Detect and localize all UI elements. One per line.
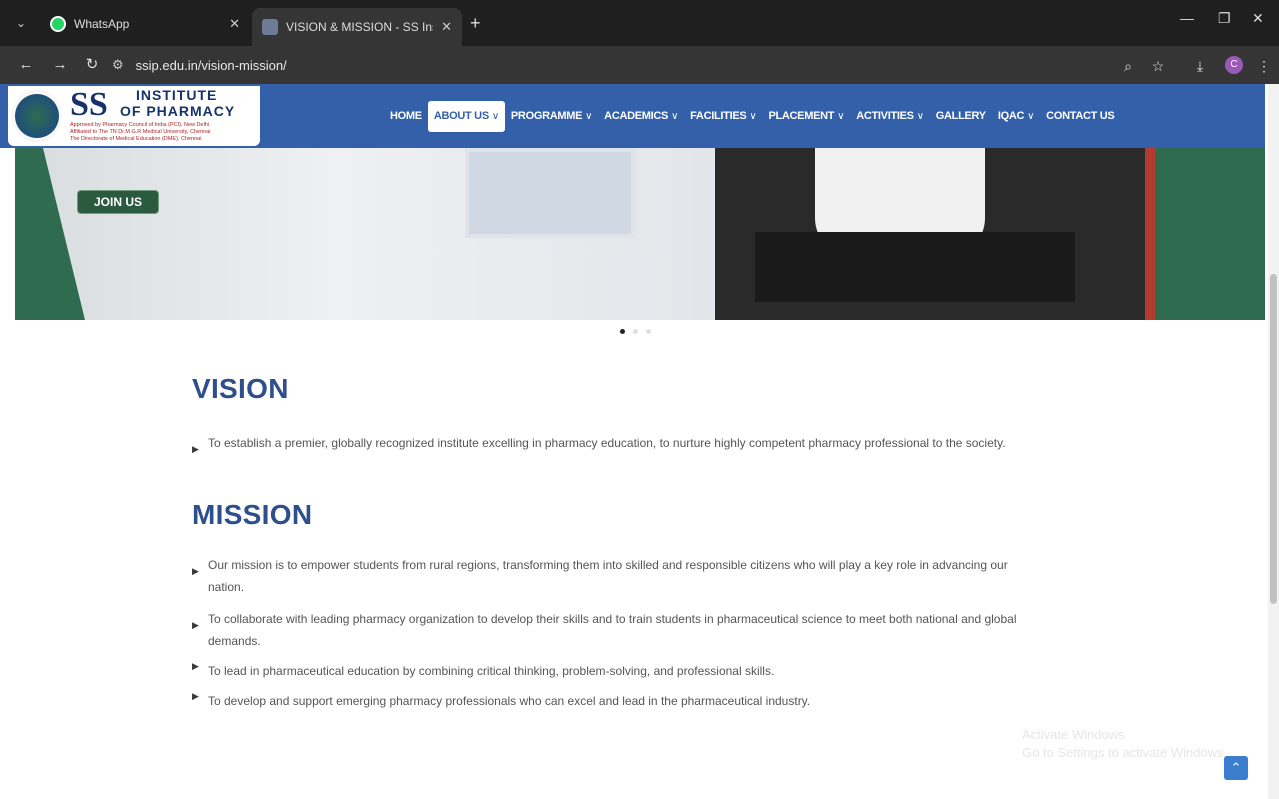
chevron-up-icon: ⌃ bbox=[1230, 760, 1242, 775]
join-us-button[interactable]: JOIN US bbox=[77, 190, 159, 214]
hero-desk bbox=[755, 232, 1075, 302]
minimize-icon[interactable]: — bbox=[1180, 10, 1194, 26]
nav-item-facilities[interactable]: FACILITIES ∨ bbox=[684, 101, 762, 132]
tab-title: WhatsApp bbox=[74, 17, 130, 31]
bookmark-star-icon[interactable]: ☆ bbox=[1148, 56, 1168, 76]
chevron-down-icon: ∨ bbox=[916, 111, 924, 122]
site-settings-icon[interactable]: ⚙ bbox=[112, 57, 124, 73]
nav-item-iqac[interactable]: IQAC ∨ bbox=[992, 101, 1040, 132]
watermark-line: Activate Windows bbox=[1022, 727, 1125, 742]
close-icon[interactable]: ✕ bbox=[441, 19, 452, 35]
back-arrow-icon[interactable]: ← bbox=[16, 55, 36, 75]
nav-item-activities[interactable]: ACTIVITIES ∨ bbox=[850, 101, 930, 132]
chevron-down-icon: ∨ bbox=[749, 111, 757, 122]
nav-item-placement[interactable]: PLACEMENT ∨ bbox=[762, 101, 850, 132]
nav-item-label: GALLERY bbox=[935, 110, 986, 122]
scroll-to-top-button[interactable]: ⌃ bbox=[1224, 756, 1248, 780]
watermark-line: Go to Settings to activate Windows. bbox=[1022, 745, 1228, 760]
nav-item-label: ABOUT US bbox=[433, 110, 489, 122]
nav-item-label: ACADEMICS bbox=[604, 110, 669, 122]
window-close-icon[interactable]: ✕ bbox=[1252, 10, 1264, 27]
download-icon[interactable]: ⤓ bbox=[1190, 56, 1210, 76]
tab-whatsapp[interactable]: WhatsApp ✕ bbox=[40, 8, 250, 40]
profile-avatar[interactable]: C bbox=[1225, 56, 1243, 74]
vision-heading: VISION bbox=[192, 373, 289, 404]
bullet-arrow-icon: ▶ bbox=[192, 566, 199, 576]
slider-dot[interactable] bbox=[620, 329, 625, 334]
hero-slider: JOIN US bbox=[15, 148, 1265, 320]
main-nav: HOME ABOUT US ∨ PROGRAMME ∨ ACADEMICS ∨ FACILIT… bbox=[384, 101, 1120, 132]
logo-directorate-line: The Directorate of Medical Education (DM… bbox=[70, 136, 202, 142]
slider-dots bbox=[620, 329, 651, 334]
site-header: SS INSTITUTE OF PHARMACY Approved by Pha… bbox=[0, 84, 1265, 148]
mission-item: ▶ Our mission is to empower students fro… bbox=[192, 554, 1042, 598]
nav-item-gallery[interactable]: GALLERY bbox=[930, 101, 992, 132]
browser-toolbar: ← → ↻ ⚙ ssip.edu.in/vision-mission/ ⌕ ☆ … bbox=[0, 46, 1279, 84]
nav-item-label: PLACEMENT bbox=[768, 110, 835, 122]
site-logo[interactable]: SS INSTITUTE OF PHARMACY Approved by Pha… bbox=[8, 86, 260, 146]
tab-vision-mission[interactable]: VISION & MISSION - SS Institu ✕ bbox=[252, 8, 462, 46]
logo-affiliation-line: Affiliated to The TN Dr.M.G.R Medical Un… bbox=[70, 129, 211, 135]
logo-pharmacy: OF PHARMACY bbox=[120, 103, 236, 119]
whatsapp-icon bbox=[50, 16, 66, 32]
slider-dot[interactable] bbox=[646, 329, 651, 334]
nav-item-label: IQAC bbox=[997, 110, 1025, 122]
web-page: JOIN US SS INSTITUTE OF PHARMACY Approve… bbox=[0, 84, 1279, 799]
mission-item: ▶ To develop and support emerging pharma… bbox=[192, 690, 1072, 712]
browser-tab-bar: ⌄ WhatsApp ✕ VISION & MISSION - SS Insti… bbox=[0, 0, 1279, 46]
address-bar[interactable]: ⚙ ssip.edu.in/vision-mission/ bbox=[112, 52, 1112, 78]
nav-item-contact-us[interactable]: CONTACT US bbox=[1040, 101, 1120, 132]
tab-search-chevron-icon[interactable]: ⌄ bbox=[10, 12, 32, 34]
mission-item-text: To develop and support emerging pharmacy… bbox=[208, 694, 811, 708]
vision-item-text: To establish a premier, globally recogni… bbox=[208, 436, 1006, 450]
site-favicon bbox=[262, 19, 278, 35]
zoom-icon[interactable]: ⌕ bbox=[1118, 56, 1138, 76]
mission-item: ▶ To collaborate with leading pharmacy o… bbox=[192, 608, 1072, 652]
nav-item-label: ACTIVITIES bbox=[856, 110, 914, 122]
bullet-arrow-icon: ▶ bbox=[192, 444, 199, 454]
url-text[interactable]: ssip.edu.in/vision-mission/ bbox=[136, 58, 287, 73]
forward-arrow-icon[interactable]: → bbox=[50, 55, 70, 75]
chevron-down-icon: ∨ bbox=[1027, 111, 1035, 122]
close-icon[interactable]: ✕ bbox=[229, 16, 240, 32]
nav-item-label: HOME bbox=[390, 110, 422, 122]
chevron-down-icon: ∨ bbox=[671, 111, 679, 122]
chevron-down-icon: ∨ bbox=[585, 111, 593, 122]
chevron-down-icon: ∨ bbox=[491, 111, 499, 122]
restore-icon[interactable]: ❐ bbox=[1218, 10, 1231, 27]
nav-item-label: CONTACT US bbox=[1046, 110, 1115, 122]
mission-item-text: To collaborate with leading pharmacy org… bbox=[208, 612, 1017, 648]
nav-item-label: FACILITIES bbox=[690, 110, 747, 122]
logo-ss: SS bbox=[70, 86, 108, 123]
bullet-arrow-icon: ▶ bbox=[192, 620, 199, 630]
scrollbar-thumb[interactable] bbox=[1270, 274, 1277, 604]
college-crest-icon bbox=[12, 90, 62, 142]
logo-institute: INSTITUTE bbox=[136, 87, 218, 103]
nav-item-label: PROGRAMME bbox=[510, 110, 583, 122]
slider-dot[interactable] bbox=[633, 329, 638, 334]
mission-item-text: Our mission is to empower students from … bbox=[208, 558, 1008, 594]
nav-item-home[interactable]: HOME bbox=[384, 101, 428, 132]
logo-approval-line: Approved by Pharmacy Council of India (P… bbox=[70, 122, 210, 128]
page-scrollbar[interactable] bbox=[1268, 84, 1279, 799]
mission-heading: MISSION bbox=[192, 499, 313, 530]
nav-item-about-us[interactable]: ABOUT US ∨ bbox=[427, 101, 505, 132]
tab-title: VISION & MISSION - SS Institu bbox=[286, 20, 433, 34]
mission-item-text: To lead in pharmaceutical education by c… bbox=[208, 664, 775, 678]
bullet-arrow-icon: ▶ bbox=[192, 661, 199, 671]
new-tab-plus-icon[interactable]: + bbox=[470, 12, 481, 34]
nav-item-programme[interactable]: PROGRAMME ∨ bbox=[505, 101, 598, 132]
bullet-arrow-icon: ▶ bbox=[192, 691, 199, 701]
menu-kebab-icon[interactable]: ⋮ bbox=[1254, 56, 1274, 76]
hero-window bbox=[465, 148, 635, 238]
nav-item-academics[interactable]: ACADEMICS ∨ bbox=[598, 101, 684, 132]
windows-activation-watermark: Activate Windows Go to Settings to activ… bbox=[1022, 726, 1227, 762]
vision-item: ▶ To establish a premier, globally recog… bbox=[192, 432, 1072, 455]
hero-decor-right bbox=[1155, 148, 1265, 320]
chevron-down-icon: ∨ bbox=[837, 111, 845, 122]
mission-item: ▶ To lead in pharmaceutical education by… bbox=[192, 660, 1072, 682]
reload-icon[interactable]: ↻ bbox=[82, 55, 102, 75]
